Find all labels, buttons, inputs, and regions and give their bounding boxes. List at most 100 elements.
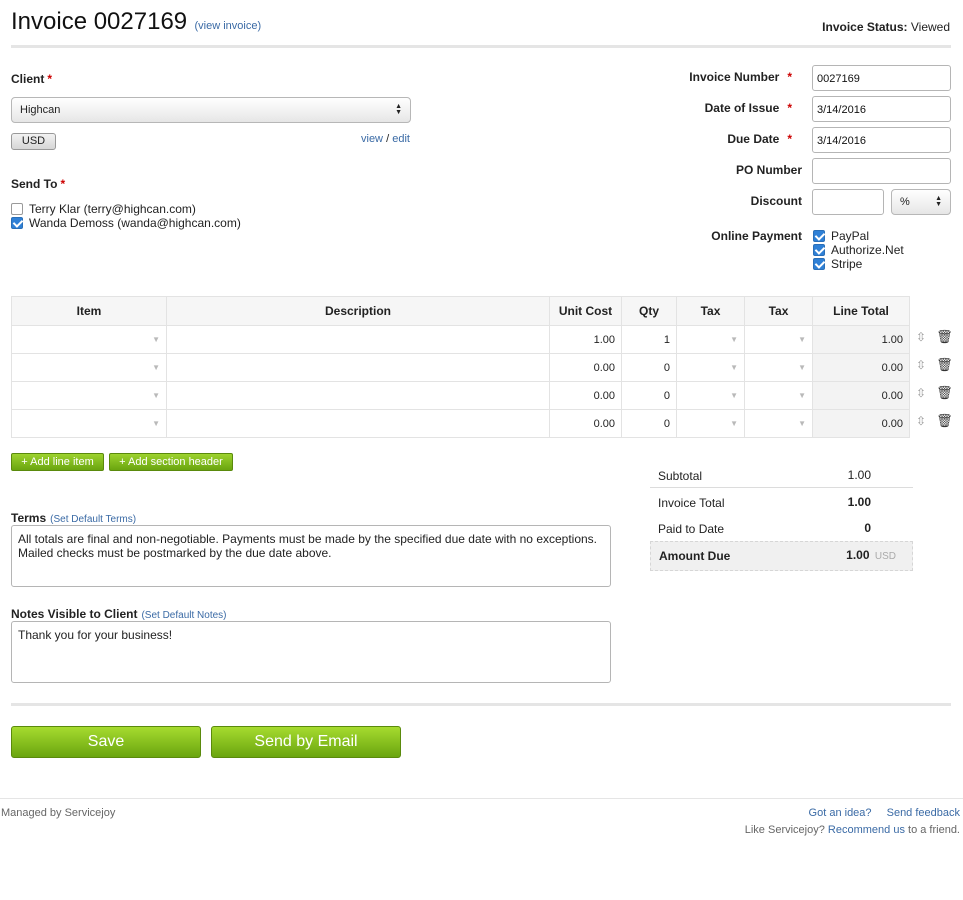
view-invoice-link[interactable]: (view invoice): [195, 20, 262, 32]
discount-label: Discount: [750, 194, 802, 208]
table-row: ▼ 1.00 1 ▼ ▼ 1.00: [11, 325, 910, 354]
set-default-terms-link[interactable]: (Set Default Terms): [50, 514, 136, 525]
qty-cell[interactable]: 0: [621, 381, 677, 410]
qty-cell[interactable]: 0: [621, 409, 677, 438]
online-payment-label: Online Payment: [711, 229, 802, 243]
dropdown-caret-icon: ▼: [730, 335, 738, 344]
reorder-handle-icon[interactable]: ⇳: [916, 386, 926, 400]
recommend-link[interactable]: Recommend us: [828, 824, 905, 836]
invoice-total-label: Invoice Total: [658, 496, 725, 510]
got-an-idea-link[interactable]: Got an idea?: [809, 807, 872, 819]
invoice-status-value: Viewed: [910, 20, 950, 34]
select-arrows-icon: ▲ ▼: [395, 103, 402, 116]
qty-cell[interactable]: 1: [621, 325, 677, 354]
set-default-notes-link[interactable]: (Set Default Notes): [141, 610, 226, 621]
tax-select[interactable]: ▼: [676, 381, 745, 410]
column-header-unit-cost: Unit Cost: [549, 296, 622, 326]
select-arrows-icon: ▲ ▼: [935, 195, 942, 208]
dropdown-caret-icon: ▼: [152, 335, 160, 344]
invoice-total-row: Invoice Total 1.00: [650, 489, 913, 515]
item-select[interactable]: ▼: [11, 353, 167, 382]
payment-method-checkbox[interactable]: [813, 244, 825, 256]
unit-cost-cell[interactable]: 0.00: [549, 353, 622, 382]
unit-cost-cell[interactable]: 0.00: [549, 409, 622, 438]
payment-method-item[interactable]: PayPal: [813, 229, 869, 243]
subtotal-value: 1.00: [847, 468, 871, 482]
dropdown-caret-icon: ▼: [730, 419, 738, 428]
dropdown-caret-icon: ▼: [798, 391, 806, 400]
payment-method-item[interactable]: Authorize.Net: [813, 243, 904, 257]
table-row: ▼ 0.00 0 ▼ ▼ 0.00: [11, 381, 910, 410]
column-header-tax: Tax: [744, 296, 813, 326]
paid-to-date-label: Paid to Date: [658, 522, 725, 536]
recipient-item[interactable]: Terry Klar (terry@highcan.com): [11, 202, 196, 216]
subtotal-row: Subtotal 1.00: [650, 462, 913, 488]
client-select[interactable]: Highcan ▲ ▼: [11, 97, 411, 123]
tax-select[interactable]: ▼: [676, 409, 745, 438]
table-row: ▼ 0.00 0 ▼ ▼ 0.00: [11, 409, 910, 438]
client-select-value: Highcan: [20, 104, 61, 116]
recipient-item[interactable]: Wanda Demoss (wanda@highcan.com): [11, 216, 241, 230]
item-select[interactable]: ▼: [11, 409, 167, 438]
send-feedback-link[interactable]: Send feedback: [887, 807, 960, 819]
trash-icon[interactable]: 🗑: [936, 357, 953, 373]
description-cell[interactable]: [166, 325, 550, 354]
row-tools: ⇳ 🗑: [916, 385, 953, 401]
column-header-item: Item: [11, 296, 167, 326]
line-total-cell: 0.00: [812, 353, 910, 382]
tax-select[interactable]: ▼: [744, 381, 813, 410]
qty-cell[interactable]: 0: [621, 353, 677, 382]
footer-links: Got an idea? Send feedback: [809, 807, 960, 819]
po-number-label: PO Number: [735, 163, 802, 177]
trash-icon[interactable]: 🗑: [936, 329, 953, 345]
discount-type-select[interactable]: % ▲ ▼: [891, 189, 951, 215]
description-cell[interactable]: [166, 353, 550, 382]
date-of-issue-field[interactable]: 3/14/2016: [812, 96, 951, 122]
tax-select[interactable]: ▼: [744, 325, 813, 354]
payment-method-checkbox[interactable]: [813, 258, 825, 270]
row-tools: ⇳ 🗑: [916, 413, 953, 429]
reorder-handle-icon[interactable]: ⇳: [916, 358, 926, 372]
terms-label: Terms (Set Default Terms): [11, 511, 137, 525]
recipient-checkbox[interactable]: [11, 217, 23, 229]
tax-select[interactable]: ▼: [744, 353, 813, 382]
discount-field[interactable]: [812, 189, 884, 215]
recommend-line: Like Servicejoy? Recommend us to a frien…: [744, 824, 960, 836]
po-number-field[interactable]: [812, 158, 951, 184]
amount-due-row: Amount Due 1.00 USD: [650, 541, 913, 571]
unit-cost-cell[interactable]: 0.00: [549, 381, 622, 410]
description-cell[interactable]: [166, 381, 550, 410]
terms-textarea[interactable]: All totals are final and non-negotiable.…: [11, 525, 611, 587]
trash-icon[interactable]: 🗑: [936, 385, 953, 401]
add-line-item-button[interactable]: + Add line item: [11, 453, 104, 471]
item-select[interactable]: ▼: [11, 325, 167, 354]
row-tools: ⇳ 🗑: [916, 329, 953, 345]
description-cell[interactable]: [166, 409, 550, 438]
item-select[interactable]: ▼: [11, 381, 167, 410]
tax-select[interactable]: ▼: [676, 353, 745, 382]
send-by-email-button[interactable]: Send by Email: [211, 726, 401, 758]
page-header: Invoice 0027169 (view invoice): [11, 8, 261, 36]
line-total-cell: 1.00: [812, 325, 910, 354]
invoice-status: Invoice Status: Viewed: [822, 20, 950, 34]
paid-to-date-row: Paid to Date 0: [650, 515, 913, 541]
trash-icon[interactable]: 🗑: [936, 413, 953, 429]
add-section-header-button[interactable]: + Add section header: [109, 453, 233, 471]
payment-method-checkbox[interactable]: [813, 230, 825, 242]
invoice-number-field[interactable]: 0027169: [812, 65, 951, 91]
reorder-handle-icon[interactable]: ⇳: [916, 330, 926, 344]
notes-textarea[interactable]: Thank you for your business!: [11, 621, 611, 683]
recipient-checkbox[interactable]: [11, 203, 23, 215]
column-header-line-total: Line Total: [812, 296, 910, 326]
reorder-handle-icon[interactable]: ⇳: [916, 414, 926, 428]
tax-select[interactable]: ▼: [744, 409, 813, 438]
client-edit-link[interactable]: edit: [392, 133, 410, 145]
client-view-link[interactable]: view: [361, 133, 383, 145]
currency-button[interactable]: USD: [11, 133, 56, 150]
due-date-field[interactable]: 3/14/2016: [812, 127, 951, 153]
tax-select[interactable]: ▼: [676, 325, 745, 354]
save-button[interactable]: Save: [11, 726, 201, 758]
line-total-cell: 0.00: [812, 409, 910, 438]
unit-cost-cell[interactable]: 1.00: [549, 325, 622, 354]
payment-method-item[interactable]: Stripe: [813, 257, 862, 271]
